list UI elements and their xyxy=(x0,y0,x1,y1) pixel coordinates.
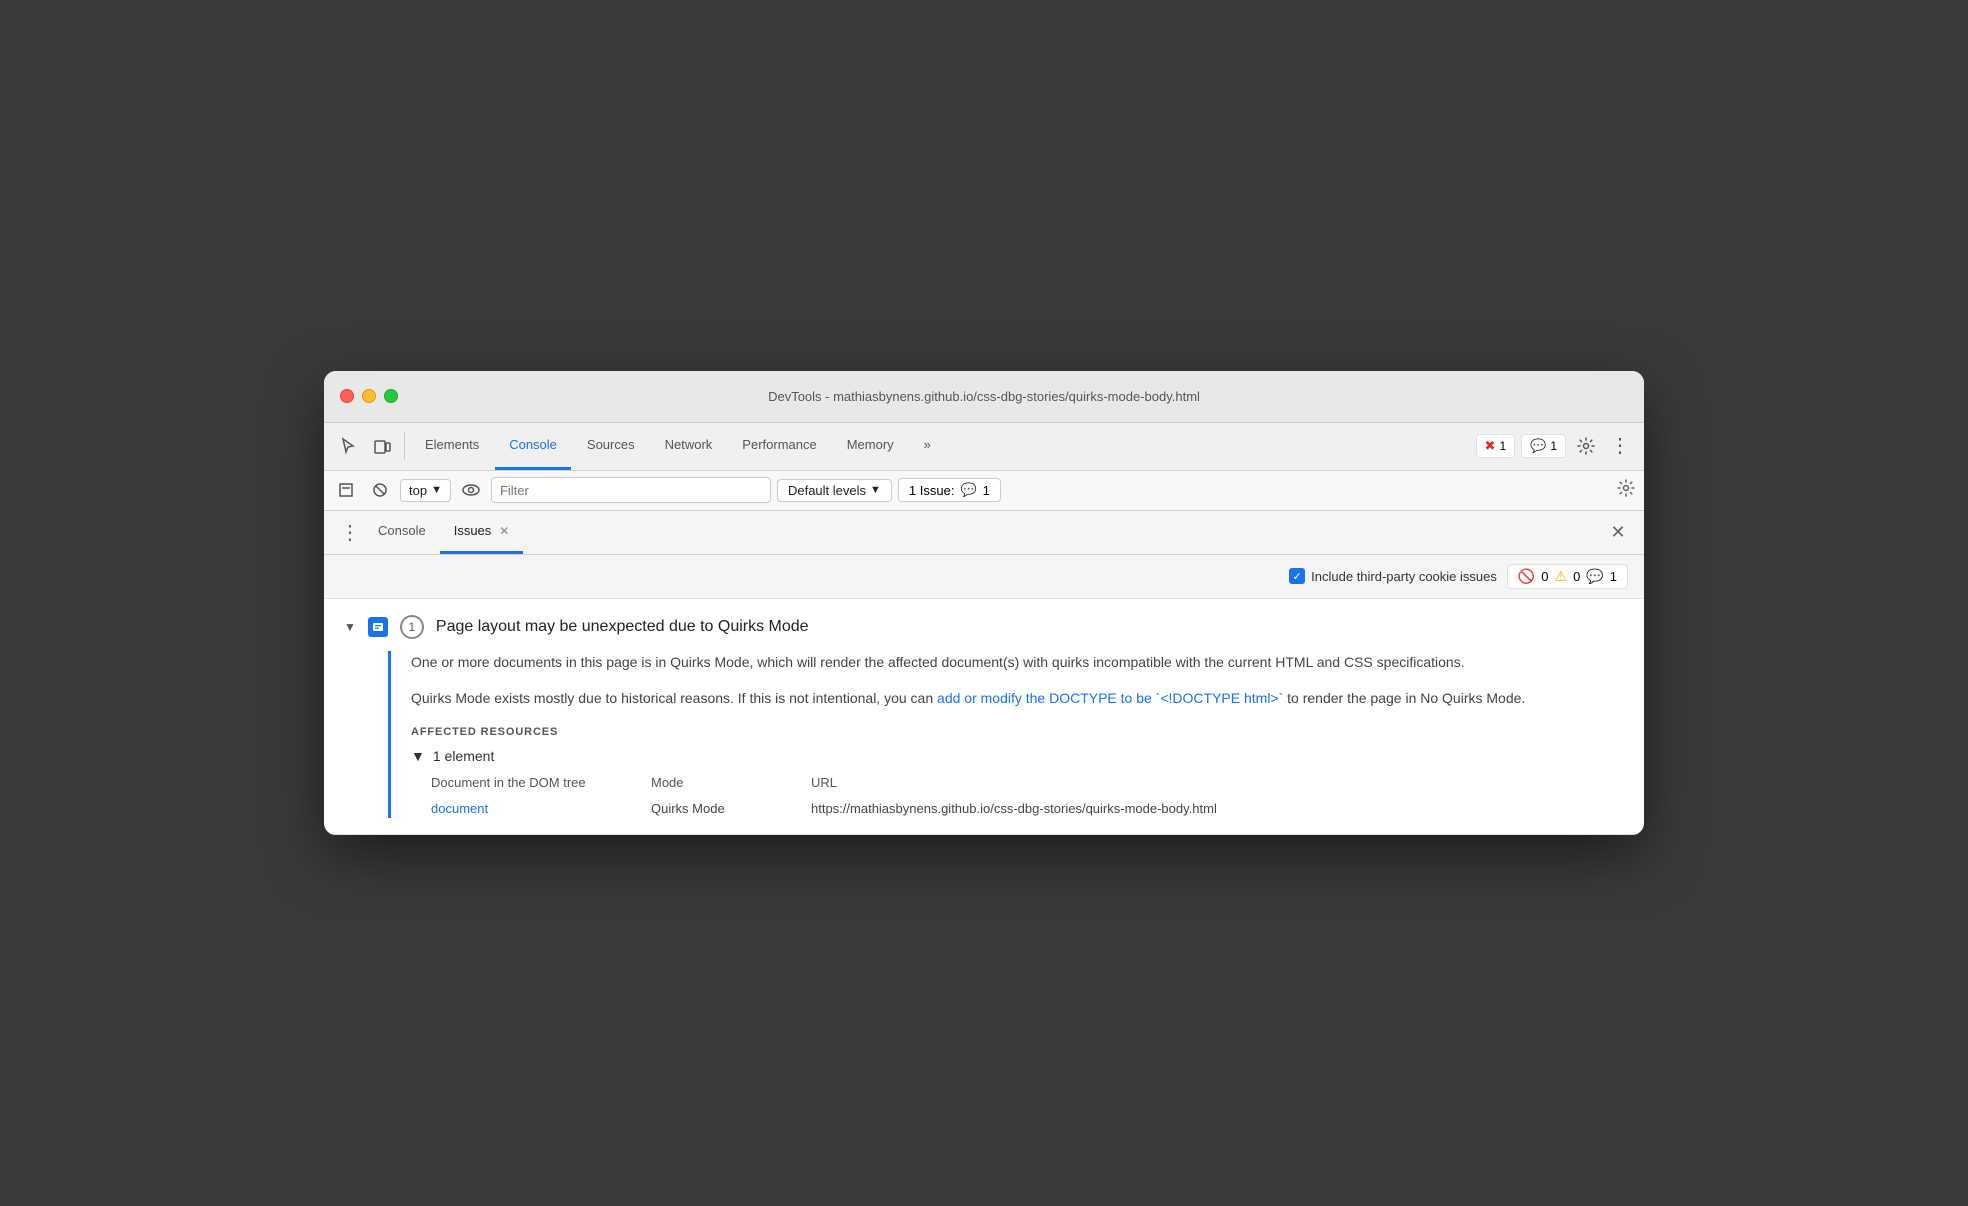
third-party-checkbox-label[interactable]: ✓ Include third-party cookie issues xyxy=(1289,568,1497,584)
panel-close-btn[interactable]: ✕ xyxy=(1604,518,1632,546)
devtools-toolbar: Elements Console Sources Network Perform… xyxy=(324,423,1644,471)
issue-link[interactable]: add or modify the DOCTYPE to be `<!DOCTY… xyxy=(937,690,1283,706)
console-panel-label: Console xyxy=(378,523,426,538)
table-cell-mode: Quirks Mode xyxy=(651,800,771,818)
affected-label: AFFECTED RESOURCES xyxy=(411,726,1624,738)
col-header-mode: Mode xyxy=(651,774,771,792)
traffic-lights xyxy=(340,389,398,403)
panel-tabs: ⋮ Console Issues ✕ ✕ xyxy=(324,511,1644,555)
top-selector[interactable]: top ▼ xyxy=(400,479,451,502)
console-toolbar: top ▼ Default levels ▼ 1 Issue: 💬 1 xyxy=(324,471,1644,511)
tab-elements[interactable]: Elements xyxy=(411,422,493,470)
tab-performance[interactable]: Performance xyxy=(728,422,830,470)
cursor-icon-btn[interactable] xyxy=(332,430,364,462)
warning-count-icon: ⚠ xyxy=(1555,568,1568,585)
third-party-label: Include third-party cookie issues xyxy=(1311,569,1497,584)
info-count-num: 1 xyxy=(1610,569,1617,584)
window-title: DevTools - mathiasbynens.github.io/css-d… xyxy=(768,389,1200,404)
error-icon: ✖ xyxy=(1485,438,1496,454)
more-options-btn[interactable]: ⋮ xyxy=(1604,430,1636,462)
devtools-window: DevTools - mathiasbynens.github.io/css-d… xyxy=(324,371,1644,835)
top-label: top xyxy=(409,483,427,498)
default-levels-dropdown[interactable]: Default levels ▼ xyxy=(777,479,892,502)
device-toolbar-btn[interactable] xyxy=(366,430,398,462)
top-dropdown-icon: ▼ xyxy=(431,484,442,496)
info-badge[interactable]: 💬 1 xyxy=(1521,434,1566,458)
issue-desc-1: One or more documents in this page is in… xyxy=(411,651,1624,673)
element-count: 1 element xyxy=(433,748,494,764)
tab-more[interactable]: » xyxy=(910,422,945,470)
col-header-url: URL xyxy=(811,774,1624,792)
filter-input[interactable] xyxy=(491,477,771,503)
info-icon: 💬 xyxy=(1530,438,1546,454)
tab-console[interactable]: Console xyxy=(495,422,571,470)
panel-tab-more-btn[interactable]: ⋮ xyxy=(336,518,364,546)
issue-count-toolbar: 1 xyxy=(983,483,990,498)
default-levels-label: Default levels xyxy=(788,483,866,498)
issue-badge-toolbar[interactable]: 1 Issue: 💬 1 xyxy=(898,478,1001,502)
issue-header[interactable]: ▼ 1 Page layout may be unexpected due to… xyxy=(344,615,1624,639)
default-levels-icon: ▼ xyxy=(870,484,881,496)
tab-console-panel[interactable]: Console xyxy=(364,510,440,554)
issue-text: 1 Issue: xyxy=(909,483,955,498)
toolbar-divider xyxy=(404,432,405,460)
settings-btn[interactable] xyxy=(1570,430,1602,462)
affected-resources: AFFECTED RESOURCES ▼ 1 element Document … xyxy=(411,726,1624,818)
document-link[interactable]: document xyxy=(431,801,488,816)
error-badge[interactable]: ✖ 1 xyxy=(1476,434,1516,458)
error-count: 1 xyxy=(1499,439,1506,453)
resources-table: Document in the DOM tree Mode URL docume… xyxy=(431,774,1624,818)
prohibit-btn[interactable] xyxy=(366,476,394,504)
resources-expander[interactable]: ▼ 1 element xyxy=(411,748,1624,764)
issue-type-icon xyxy=(368,617,388,637)
tab-sources[interactable]: Sources xyxy=(573,422,649,470)
tab-issues-panel[interactable]: Issues ✕ xyxy=(440,510,524,554)
third-party-checkbox[interactable]: ✓ xyxy=(1289,568,1305,584)
error-count-icon: 🚫 xyxy=(1518,568,1535,585)
tab-memory[interactable]: Memory xyxy=(833,422,908,470)
table-header: Document in the DOM tree Mode URL xyxy=(431,774,1624,796)
issue-type-icon: 💬 xyxy=(960,482,976,498)
issue-chevron-icon: ▼ xyxy=(344,620,356,634)
col-header-document: Document in the DOM tree xyxy=(431,774,611,792)
table-cell-url: https://mathiasbynens.github.io/css-dbg-… xyxy=(811,800,1624,818)
issue-title: Page layout may be unexpected due to Qui… xyxy=(436,618,809,636)
issue-body: One or more documents in this page is in… xyxy=(388,651,1624,818)
clear-console-btn[interactable] xyxy=(332,476,360,504)
resources-chevron-icon: ▼ xyxy=(411,748,425,764)
issue-desc-2: Quirks Mode exists mostly due to histori… xyxy=(411,687,1624,709)
table-row: document Quirks Mode https://mathiasbyne… xyxy=(431,800,1624,818)
minimize-button[interactable] xyxy=(362,389,376,403)
issues-tab-close[interactable]: ✕ xyxy=(499,524,509,538)
eye-btn[interactable] xyxy=(457,476,485,504)
close-button[interactable] xyxy=(340,389,354,403)
console-settings-icon[interactable] xyxy=(1616,478,1636,503)
issue-count-group[interactable]: 🚫 0 ⚠ 0 💬 1 xyxy=(1507,564,1628,589)
error-count-num: 0 xyxy=(1541,569,1548,584)
titlebar: DevTools - mathiasbynens.github.io/css-d… xyxy=(324,371,1644,423)
tab-network[interactable]: Network xyxy=(651,422,727,470)
main-content: ▼ 1 Page layout may be unexpected due to… xyxy=(324,599,1644,835)
issues-panel-label: Issues xyxy=(454,523,492,538)
issue-item: ▼ 1 Page layout may be unexpected due to… xyxy=(324,599,1644,835)
info-count-icon: 💬 xyxy=(1586,568,1603,585)
table-cell-document: document xyxy=(431,800,611,818)
zoom-button[interactable] xyxy=(384,389,398,403)
issue-description: One or more documents in this page is in… xyxy=(411,651,1624,710)
issues-filter-bar: ✓ Include third-party cookie issues 🚫 0 … xyxy=(324,555,1644,599)
info-count: 1 xyxy=(1550,439,1557,453)
warning-count-num: 0 xyxy=(1573,569,1580,584)
issue-count-badge: 1 xyxy=(400,615,424,639)
